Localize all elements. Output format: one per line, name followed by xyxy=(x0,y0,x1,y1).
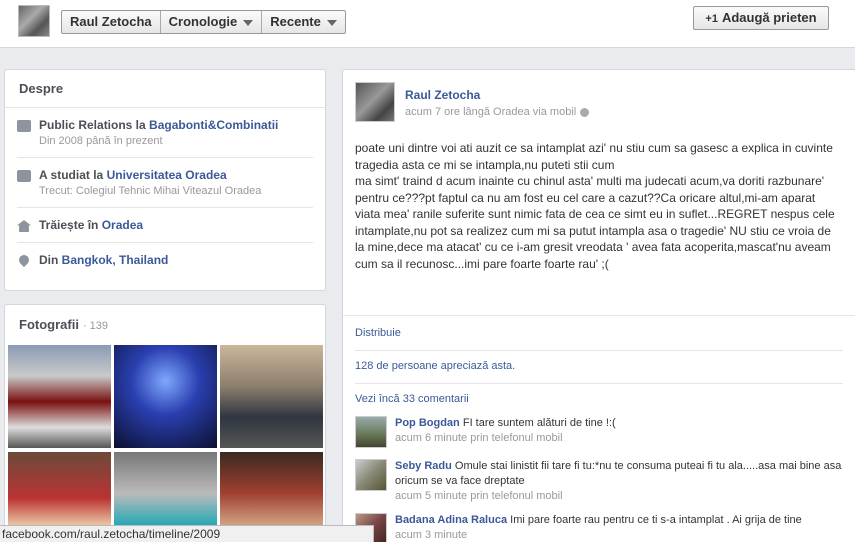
timeline-post: Raul Zetocha acum 7 ore lângă Oradea via… xyxy=(342,69,855,542)
post-text: poate uni dintre voi ati auzit ce sa int… xyxy=(355,140,843,272)
about-card: Despre Public Relations la Bagabonti&Com… xyxy=(4,69,326,291)
commenter-name[interactable]: Pop Bogdan xyxy=(395,417,460,429)
about-from: Din Bangkok, Thailand xyxy=(16,243,313,277)
commenter-name[interactable]: Badana Adina Raluca xyxy=(395,514,507,526)
browser-status-url: facebook.com/raul.zetocha/timeline/2009 xyxy=(0,525,374,542)
recent-label: Recente xyxy=(270,14,321,29)
school-link[interactable]: Universitatea Oradea xyxy=(107,168,227,182)
post-author-name[interactable]: Raul Zetocha xyxy=(405,88,480,102)
comment-time[interactable]: acum 6 minute prin telefonul mobil xyxy=(395,431,845,446)
commenter-name[interactable]: Seby Radu xyxy=(395,460,452,472)
photo-thumbnail[interactable] xyxy=(8,345,111,448)
timeline-dropdown-button[interactable]: Cronologie xyxy=(161,11,263,33)
photos-header[interactable]: Fotografii · 139 xyxy=(5,305,325,345)
comment-text: Imi pare foarte rau pentru ce ti s-a int… xyxy=(510,514,802,526)
lives-prefix: Trăiește în xyxy=(39,218,102,232)
location-pin-icon xyxy=(16,252,32,268)
recent-dropdown-button[interactable]: Recente xyxy=(262,11,345,33)
photo-thumbnail[interactable] xyxy=(220,345,323,448)
photos-count: · 139 xyxy=(82,320,109,332)
school-prefix: A studiat la xyxy=(39,168,107,182)
share-link[interactable]: Distribuie xyxy=(355,327,401,339)
work-period: Din 2008 până în prezent xyxy=(39,135,163,147)
briefcase-icon xyxy=(17,120,31,132)
commenter-avatar[interactable] xyxy=(355,416,387,448)
comment-time[interactable]: acum 5 minute prin telefonul mobil xyxy=(395,489,845,504)
school-past: Trecut: Colegiul Tehnic Mihai Viteazul O… xyxy=(39,185,262,197)
commenter-avatar[interactable] xyxy=(355,459,387,491)
work-link[interactable]: Bagabonti&Combinatii xyxy=(149,118,278,132)
timeline-label: Cronologie xyxy=(168,14,238,29)
add-friend-button[interactable]: +1 Adaugă prieten xyxy=(693,6,829,30)
from-prefix: Din xyxy=(39,253,62,267)
comment-text: Omule stai linistit fii tare fi tu:*nu t… xyxy=(395,460,842,487)
divider xyxy=(355,350,843,351)
about-title: Despre xyxy=(5,70,325,108)
divider xyxy=(355,383,843,384)
comment-time[interactable]: acum 3 minute xyxy=(395,528,845,542)
lives-link[interactable]: Oradea xyxy=(102,218,143,232)
divider xyxy=(343,315,855,316)
home-icon xyxy=(17,220,31,232)
likes-summary[interactable]: 128 de persoane apreciază asta. xyxy=(355,360,515,372)
post-meta: acum 7 ore lângă Oradea via mobil xyxy=(405,106,590,118)
photos-card: Fotografii · 139 xyxy=(4,304,326,542)
chevron-down-icon xyxy=(243,19,254,26)
view-more-comments[interactable]: Vezi încă 33 comentarii xyxy=(355,393,469,405)
post-text-line: ma simt' traind d acum inainte cu chinul… xyxy=(355,174,835,271)
photos-title: Fotografii xyxy=(19,317,79,332)
photo-thumbnail[interactable] xyxy=(114,345,217,448)
profile-name-button[interactable]: Raul Zetocha xyxy=(62,11,161,33)
about-lives-in: Trăiește în Oradea xyxy=(17,208,313,243)
from-link[interactable]: Bangkok, Thailand xyxy=(62,253,169,267)
about-education: A studiat la Universitatea Oradea Trecut… xyxy=(17,158,313,208)
post-text-line: poate uni dintre voi ati auzit ce sa int… xyxy=(355,141,833,172)
profile-nav-buttons: Raul Zetocha Cronologie Recente xyxy=(61,10,346,34)
work-prefix: Public Relations la xyxy=(39,118,150,132)
post-timestamp[interactable]: acum 7 ore lângă Oradea via mobil xyxy=(405,106,576,118)
profile-avatar-small[interactable] xyxy=(18,5,50,37)
school-icon xyxy=(17,170,31,182)
post-author-avatar[interactable] xyxy=(355,82,395,122)
profile-header-bar: Raul Zetocha Cronologie Recente +1 Adaugă… xyxy=(0,0,855,48)
comment-text: FI tare suntem alături de tine !:( xyxy=(462,417,616,429)
globe-icon xyxy=(580,107,590,117)
about-work: Public Relations la Bagabonti&Combinatii… xyxy=(17,108,313,158)
add-friend-icon: +1 xyxy=(705,13,718,25)
add-friend-label: Adaugă prieten xyxy=(721,10,817,25)
chevron-down-icon xyxy=(326,19,337,26)
